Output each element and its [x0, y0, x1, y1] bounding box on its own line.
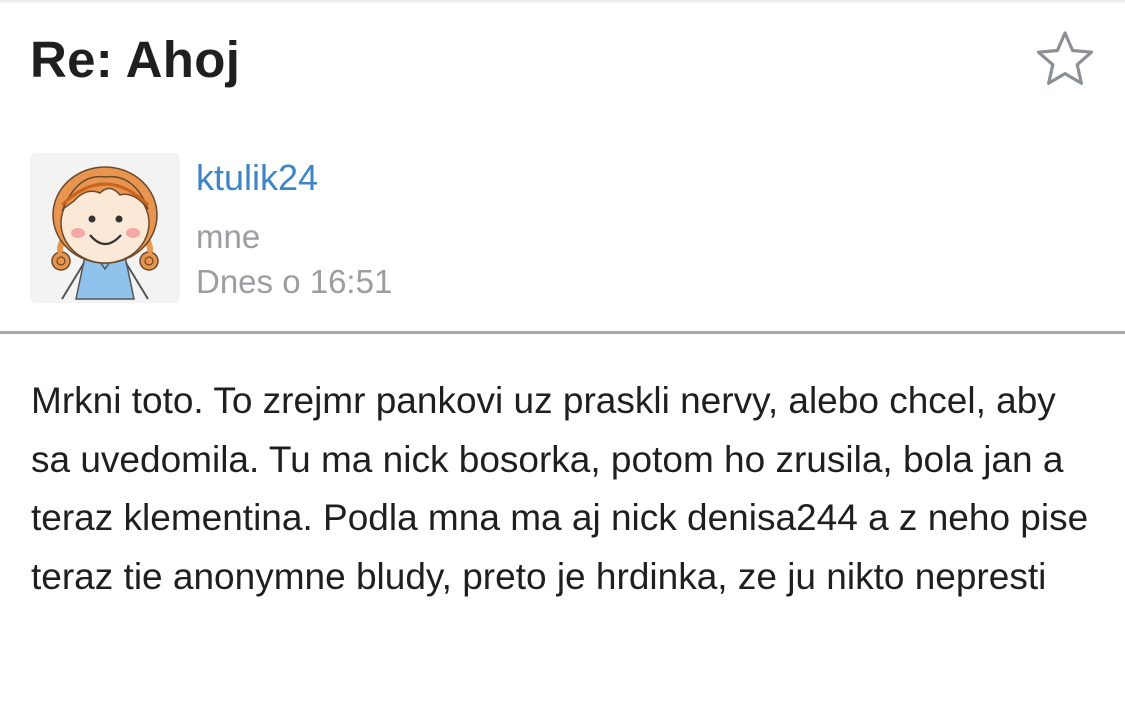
top-border	[0, 0, 1125, 4]
cartoon-girl-avatar-icon	[51, 166, 159, 300]
message-date: Dnes o 16:51	[196, 263, 393, 300]
divider	[0, 331, 1125, 334]
message-body: Mrkni toto. To zrejmr pankovi uz praskli…	[31, 380, 1089, 597]
recipient-label: mne	[196, 218, 261, 255]
message-subject: Re: Ahoj	[30, 31, 241, 88]
star-icon[interactable]	[1034, 29, 1096, 89]
avatar[interactable]	[30, 153, 180, 303]
sender-link[interactable]: ktulik24	[196, 156, 318, 200]
